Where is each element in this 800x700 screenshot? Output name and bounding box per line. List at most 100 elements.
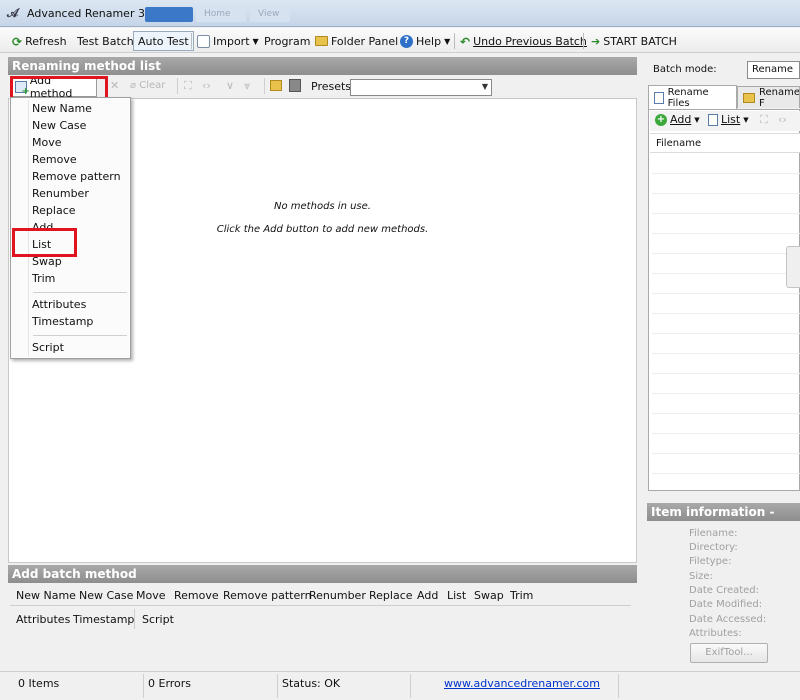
info-size: Size: bbox=[689, 571, 713, 582]
list-icon bbox=[708, 113, 718, 126]
toolbar-separator bbox=[454, 33, 455, 49]
tab-rename-folders[interactable]: Rename F bbox=[737, 86, 800, 108]
import-menu[interactable]: Import ▼ bbox=[197, 33, 259, 49]
program-label: Program bbox=[264, 34, 311, 48]
undo-batch-button[interactable]: ↶ Undo Previous Batch bbox=[460, 33, 587, 49]
batch-method-header: Add batch method bbox=[8, 565, 637, 583]
method-list-header: Renaming method list bbox=[8, 57, 637, 75]
info-attributes: Attributes: bbox=[689, 628, 742, 639]
menu-item-trim[interactable]: Trim bbox=[32, 272, 55, 285]
add-circle-icon: + bbox=[655, 113, 667, 126]
grid-line bbox=[652, 373, 800, 374]
program-button[interactable]: Program bbox=[264, 33, 310, 49]
remove-icon: ✕ bbox=[110, 79, 120, 92]
column-header-filename[interactable]: Filename bbox=[650, 133, 800, 153]
batch-link-list[interactable]: List bbox=[447, 589, 466, 602]
status-bar: 0 Items 0 Errors Status: OK www.advanced… bbox=[0, 671, 800, 700]
batch-link-attributes[interactable]: Attributes bbox=[16, 613, 70, 626]
clear-label: Clear bbox=[139, 80, 166, 91]
grid-line bbox=[652, 293, 800, 294]
toolbar-separator bbox=[264, 78, 265, 94]
refresh-label: Refresh bbox=[25, 34, 67, 48]
app-icon: 𝒜 bbox=[7, 6, 19, 20]
presets-label: Presets: bbox=[311, 80, 355, 93]
menu-item-new-name[interactable]: New Name bbox=[32, 102, 92, 115]
undo-label: Undo Previous Batch bbox=[473, 34, 587, 48]
batch-link-new-name[interactable]: New Name bbox=[16, 589, 76, 602]
batch-mode-select[interactable]: Rename bbox=[747, 61, 800, 79]
list-files-label: List bbox=[721, 113, 741, 126]
grid-line bbox=[652, 193, 800, 194]
batch-separator bbox=[134, 609, 135, 629]
splitter-handle[interactable] bbox=[786, 246, 800, 288]
status-separator bbox=[277, 674, 278, 698]
website-link[interactable]: www.advancedrenamer.com bbox=[444, 677, 600, 690]
start-batch-label: START BATCH bbox=[603, 34, 677, 48]
status-separator bbox=[410, 674, 411, 698]
title-tab-home[interactable]: Home bbox=[196, 7, 246, 22]
menu-separator bbox=[33, 292, 127, 293]
expand-icon: ⛶ bbox=[184, 79, 192, 92]
batch-link-swap[interactable]: Swap bbox=[474, 589, 504, 602]
toolbar-separator bbox=[191, 33, 192, 49]
menu-item-attributes[interactable]: Attributes bbox=[32, 298, 86, 311]
info-directory: Directory: bbox=[689, 542, 738, 553]
batch-link-script[interactable]: Script bbox=[142, 613, 174, 626]
batch-link-renumber[interactable]: Renumber bbox=[309, 589, 366, 602]
chevron-down-icon: ▼ bbox=[252, 36, 259, 46]
help-menu[interactable]: ? Help ▼ bbox=[400, 33, 450, 49]
batch-link-add[interactable]: Add bbox=[417, 589, 438, 602]
grid-line bbox=[652, 273, 800, 274]
title-tab-1[interactable] bbox=[145, 7, 193, 22]
folder-panel-button[interactable]: Folder Panel bbox=[315, 33, 398, 49]
menu-item-timestamp[interactable]: Timestamp bbox=[32, 315, 93, 328]
main-toolbar: ⟳ Refresh Test Batch Auto Test Import ▼ … bbox=[0, 28, 800, 53]
refresh-button[interactable]: ⟳ Refresh bbox=[12, 33, 67, 49]
batch-mode-label: Batch mode: bbox=[653, 64, 717, 75]
start-arrow-icon: ➔ bbox=[591, 34, 601, 48]
batch-link-trim[interactable]: Trim bbox=[510, 589, 533, 602]
title-tab-view[interactable]: View bbox=[250, 7, 290, 22]
test-batch-button[interactable]: Test Batch bbox=[77, 33, 134, 49]
start-batch-button[interactable]: ➔ START BATCH bbox=[591, 33, 677, 49]
load-preset-icon[interactable] bbox=[270, 80, 282, 91]
save-preset-icon[interactable] bbox=[289, 79, 301, 92]
menu-item-move[interactable]: Move bbox=[32, 136, 62, 149]
add-files-label: Add bbox=[670, 113, 692, 126]
menu-item-remove-pattern[interactable]: Remove pattern bbox=[32, 170, 121, 183]
move-left-icon: ‹› bbox=[202, 79, 211, 92]
move-icon: ‹› bbox=[778, 113, 787, 126]
batch-link-new-case[interactable]: New Case bbox=[79, 589, 133, 602]
refresh-icon: ⟳ bbox=[12, 34, 23, 49]
add-files-menu[interactable]: + Add ▼ bbox=[655, 113, 700, 126]
menu-item-remove[interactable]: Remove bbox=[32, 153, 77, 166]
batch-link-remove[interactable]: Remove bbox=[174, 589, 219, 602]
auto-test-button[interactable]: Auto Test bbox=[133, 31, 194, 51]
file-icon bbox=[654, 91, 664, 104]
grid-line bbox=[652, 453, 800, 454]
tab-rename-files[interactable]: Rename Files bbox=[648, 85, 737, 109]
batch-link-replace[interactable]: Replace bbox=[369, 589, 413, 602]
grid-line bbox=[652, 433, 800, 434]
title-bar: 𝒜 Advanced Renamer 3.64 Home View bbox=[0, 0, 800, 27]
exiftool-button[interactable]: ExifTool... bbox=[690, 643, 768, 663]
folder-icon bbox=[315, 36, 328, 46]
grid-line bbox=[652, 213, 800, 214]
batch-link-move[interactable]: Move bbox=[136, 589, 166, 602]
menu-item-replace[interactable]: Replace bbox=[32, 204, 76, 217]
chevron-down-icon: ▼ bbox=[444, 36, 451, 46]
undo-icon: ↶ bbox=[460, 34, 471, 49]
toolbar-separator bbox=[177, 78, 178, 94]
clear-button[interactable]: ⌀ Clear bbox=[130, 80, 165, 91]
info-date-accessed: Date Accessed: bbox=[689, 614, 767, 625]
list-files-menu[interactable]: List ▼ bbox=[708, 113, 749, 126]
menu-item-script[interactable]: Script bbox=[32, 341, 64, 354]
import-icon bbox=[197, 34, 210, 48]
menu-item-new-case[interactable]: New Case bbox=[32, 119, 86, 132]
grid-line bbox=[652, 413, 800, 414]
batch-divider bbox=[10, 605, 631, 606]
menu-item-renumber[interactable]: Renumber bbox=[32, 187, 89, 200]
batch-link-remove-pattern[interactable]: Remove pattern bbox=[223, 589, 312, 602]
presets-select[interactable] bbox=[350, 79, 492, 96]
batch-link-timestamp[interactable]: Timestamp bbox=[73, 613, 134, 626]
